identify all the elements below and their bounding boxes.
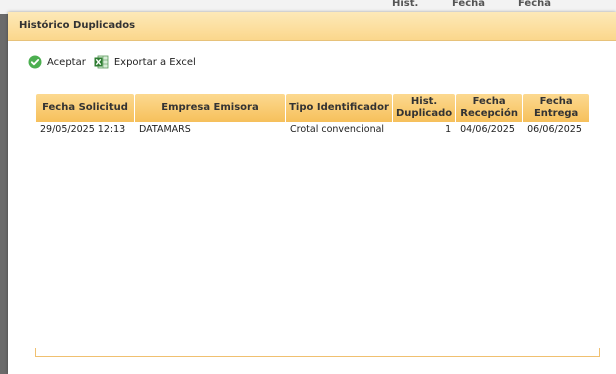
fecha-recepcion-line2: Recepción xyxy=(460,108,518,119)
column-header-fecha-solicitud[interactable]: Fecha Solicitud xyxy=(36,94,134,122)
cell-hist-duplicado: 1 xyxy=(445,123,452,135)
historico-table: Fecha Solicitud Empresa Emisora Tipo Ide… xyxy=(35,94,590,136)
table-header-row: Fecha Solicitud Empresa Emisora Tipo Ide… xyxy=(36,94,590,122)
background-header-hist: Hist. xyxy=(392,0,419,9)
cell-fecha-recepcion: 04/06/2025 xyxy=(460,123,515,135)
background-header-fecha-1: Fecha xyxy=(452,0,486,9)
cell-fecha-solicitud: 29/05/2025 12:13 xyxy=(40,123,126,135)
export-label: Exportar a Excel xyxy=(113,56,196,68)
fecha-entrega-line2: Entrega xyxy=(533,108,579,119)
dialog-title: Histórico Duplicados xyxy=(8,12,616,41)
export-excel-button[interactable]: Exportar a Excel xyxy=(94,55,196,69)
fecha-recepcion-line1: Fecha xyxy=(472,96,506,107)
cell-fecha-entrega: 06/06/2025 xyxy=(527,123,582,135)
column-header-hist-duplicado[interactable]: Hist. Duplicado xyxy=(393,94,456,122)
table-row[interactable]: 29/05/2025 12:13 DATAMARS Crotal convenc… xyxy=(36,122,589,136)
cell-empresa-emisora: DATAMARS xyxy=(139,123,191,135)
hist-duplicado-line2: Duplicado xyxy=(396,108,453,119)
accept-button[interactable]: Aceptar xyxy=(28,55,86,69)
accept-label: Aceptar xyxy=(47,56,86,68)
table-bottom-frame xyxy=(35,348,600,357)
excel-icon xyxy=(94,55,109,69)
background-app-edge xyxy=(0,0,8,374)
cell-tipo-identificador: Crotal convencional xyxy=(290,123,385,135)
dialog-toolbar: Aceptar Exportar a Excel xyxy=(28,54,204,70)
column-header-fecha-entrega[interactable]: Fecha Entrega xyxy=(523,94,590,122)
historico-duplicados-dialog: Histórico Duplicados Aceptar Exportar a … xyxy=(8,12,616,374)
column-header-empresa-emisora[interactable]: Empresa Emisora xyxy=(135,94,285,122)
check-circle-icon xyxy=(28,55,42,69)
column-header-tipo-identificador[interactable]: Tipo Identificador xyxy=(286,94,392,122)
column-header-fecha-recepcion[interactable]: Fecha Recepción xyxy=(456,94,523,122)
fecha-entrega-line1: Fecha xyxy=(539,96,573,107)
hist-duplicado-line1: Hist. xyxy=(410,96,438,107)
background-header-fecha-2: Fecha xyxy=(518,0,552,9)
